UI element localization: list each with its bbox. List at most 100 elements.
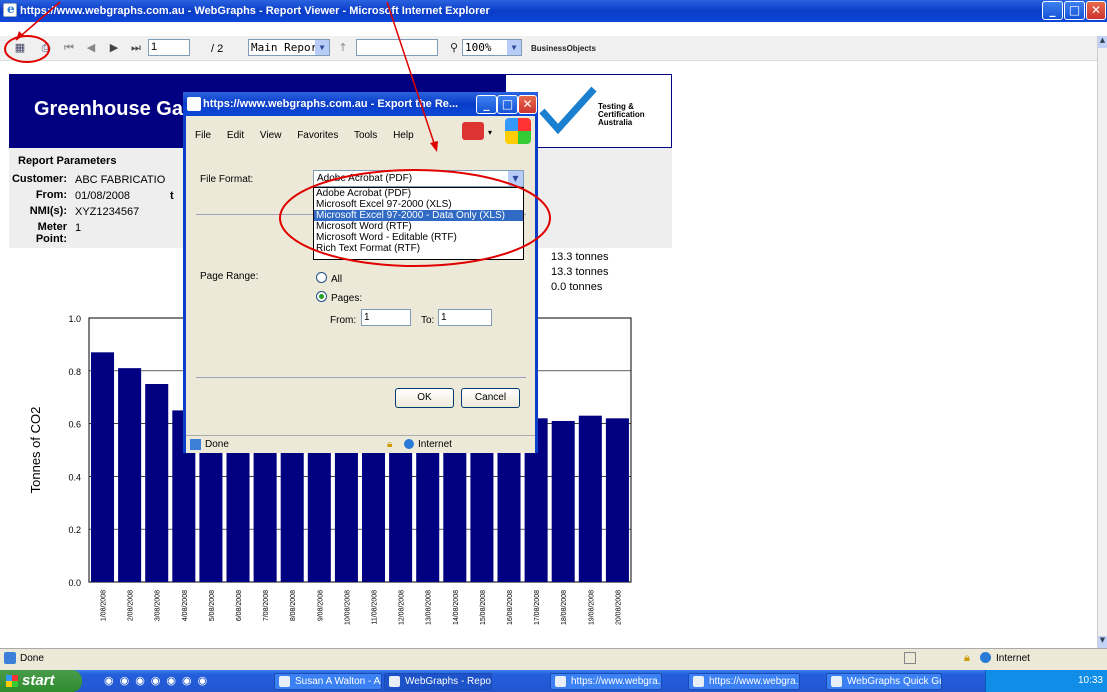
y-tick-label: 0.4 (68, 472, 81, 482)
report-select[interactable]: Main Report ▼ (248, 39, 330, 56)
binoculars-icon[interactable]: ⚲ (447, 41, 461, 55)
prev-page-icon[interactable]: ◀ (84, 41, 98, 55)
task-button[interactable]: https://www.webgra... (688, 673, 800, 690)
x-tick-label: 11/08/2008 (372, 590, 379, 625)
radio-all[interactable] (316, 272, 327, 283)
param-value: ABC FABRICATIO (75, 174, 166, 186)
dialog-maximize-button[interactable]: □ (497, 95, 518, 114)
chart-bar (145, 384, 169, 582)
format-option[interactable]: Rich Text Format (RTF) (314, 243, 523, 254)
windows-logo-icon (505, 118, 531, 144)
next-page-icon[interactable]: ▶ (107, 41, 121, 55)
x-tick-label: 20/08/2008 (615, 590, 622, 625)
x-tick-label: 18/08/2008 (561, 590, 568, 625)
x-tick-label: 15/08/2008 (480, 590, 487, 625)
toolbar-page-icon[interactable] (462, 122, 484, 140)
task-button[interactable]: WebGraphs - Report ... (384, 673, 492, 690)
page-icon (190, 439, 201, 450)
window-title: https://www.webgraphs.com.au - WebGraphs… (20, 5, 490, 17)
format-option[interactable]: Microsoft Word (RTF) (314, 221, 523, 232)
format-option[interactable]: Microsoft Word - Editable (RTF) (314, 232, 523, 243)
report-select-value: Main Report (251, 41, 324, 54)
to-page-input[interactable]: 1 (438, 309, 492, 326)
dialog-minimize-button[interactable]: _ (476, 95, 497, 114)
radio-pages[interactable] (316, 291, 327, 302)
format-option[interactable]: Adobe Acrobat (PDF) (314, 188, 523, 199)
chart-bar (578, 415, 602, 582)
task-button[interactable]: Susan A Walton - All ... (274, 673, 382, 690)
y-tick-label: 0.0 (68, 578, 81, 588)
task-button[interactable]: https://www.webgra... (550, 673, 662, 690)
page-range-label: Page Range: (200, 271, 259, 282)
y-tick-label: 0.2 (68, 525, 81, 535)
search-input[interactable] (356, 39, 438, 56)
dialog-title: https://www.webgraphs.com.au - Export th… (203, 98, 459, 110)
chevron-down-icon[interactable]: ▼ (508, 171, 523, 186)
chart-bar (605, 418, 629, 582)
scroll-up-icon[interactable]: ▲ (1098, 36, 1107, 48)
menu-file[interactable]: File (195, 130, 211, 141)
task-button[interactable]: WebGraphs Quick Gui... (826, 673, 942, 690)
param-label: From: (35, 189, 67, 201)
checkmark-logo-icon (539, 86, 597, 135)
divider (196, 377, 526, 378)
chart-bar (118, 368, 142, 582)
chevron-down-icon: ▼ (315, 40, 329, 55)
param-label: Meter Point: (35, 221, 67, 245)
vertical-scrollbar[interactable]: ▲ ▼ (1097, 36, 1107, 648)
lock-icon: 🔒︎ (964, 651, 970, 664)
chevron-down-icon: ▼ (507, 40, 521, 55)
dialog-close-button[interactable]: ✕ (518, 95, 537, 114)
logo-line-3: Australia (598, 118, 633, 127)
x-tick-label: 14/08/2008 (453, 590, 460, 625)
menu-view[interactable]: View (260, 130, 282, 141)
param-to-fragment: t (170, 190, 174, 202)
file-format-value: Adobe Acrobat (PDF) (317, 173, 413, 184)
minimize-button[interactable]: _ (1042, 1, 1063, 20)
zoom-select-value: 100% (465, 41, 492, 54)
businessobjects-logo: BusinessObjects (531, 44, 596, 53)
export-icon[interactable]: ▦ (13, 41, 27, 55)
clock: 10:33 (1077, 675, 1103, 686)
last-page-icon[interactable]: ⏭ (129, 41, 143, 55)
x-tick-label: 16/08/2008 (507, 590, 514, 625)
y-tick-label: 0.6 (68, 420, 81, 430)
menu-edit[interactable]: Edit (227, 130, 244, 141)
page-number-input[interactable]: 1 (148, 39, 190, 56)
param-value: 01/08/2008 (75, 190, 131, 202)
page-icon (4, 652, 16, 664)
print-icon[interactable]: ⎙ (39, 41, 53, 55)
y-axis-label: Tonnes of CO2 (28, 407, 43, 494)
file-format-dropdown: Adobe Acrobat (PDF) Microsoft Excel 97-2… (313, 187, 524, 260)
status-text: Done (20, 653, 44, 664)
format-option[interactable]: Microsoft Excel 97-2000 (XLS) (314, 199, 523, 210)
y-tick-label: 0.8 (68, 367, 81, 377)
dialog-zone-text: Internet (418, 439, 452, 450)
x-tick-label: 13/08/2008 (426, 590, 433, 625)
x-tick-label: 10/08/2008 (344, 590, 351, 625)
page-total: / 2 (211, 43, 224, 55)
x-tick-label: 1/08/2008 (101, 590, 108, 621)
file-format-select[interactable]: Adobe Acrobat (PDF) ▼ (313, 170, 524, 187)
first-page-icon[interactable]: ⏮ (62, 41, 76, 55)
maximize-button[interactable]: □ (1064, 1, 1085, 20)
menu-favorites[interactable]: Favorites (297, 130, 338, 141)
start-button[interactable]: start (0, 670, 82, 692)
scroll-down-icon[interactable]: ▼ (1098, 636, 1107, 648)
from-page-input[interactable]: 1 (361, 309, 411, 326)
format-option-selected[interactable]: Microsoft Excel 97-2000 - Data Only (XLS… (314, 210, 523, 221)
quick-launch-icons[interactable]: ◉◉◉◉◉◉◉ (104, 674, 213, 687)
zoom-select[interactable]: 100% ▼ (462, 39, 522, 56)
up-arrow-icon[interactable]: ↑ (336, 41, 350, 55)
to-label: To: (421, 315, 435, 326)
status-bar: Done 🔒︎ Internet (0, 648, 1107, 670)
params-heading: Report Parameters (18, 155, 117, 167)
menu-help[interactable]: Help (393, 130, 414, 141)
close-button[interactable]: ✕ (1086, 1, 1106, 20)
x-tick-label: 19/08/2008 (588, 590, 595, 625)
menu-tools[interactable]: Tools (354, 130, 377, 141)
chevron-down-icon[interactable]: ▾ (488, 128, 492, 137)
ok-button[interactable]: OK (395, 388, 454, 408)
param-label: NMI(s): (29, 205, 67, 217)
cancel-button[interactable]: Cancel (461, 388, 520, 408)
